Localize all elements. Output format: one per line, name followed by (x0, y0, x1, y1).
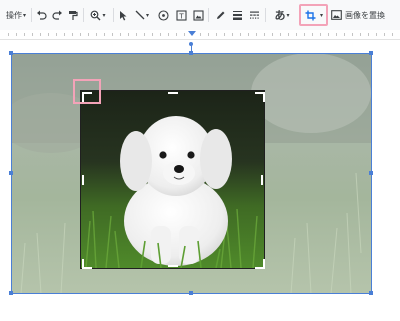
crop-handle-top[interactable] (168, 92, 178, 94)
ruler-indent-marker (188, 31, 196, 36)
toolbar-divider (113, 8, 114, 22)
shape-button[interactable]: T (175, 5, 187, 25)
replace-image-icon (331, 10, 342, 20)
svg-text:T: T (178, 12, 184, 20)
crop-handle-top-right[interactable] (255, 92, 265, 102)
zoom-icon (91, 10, 101, 20)
line-icon (135, 10, 145, 20)
toolbar-divider (31, 8, 32, 22)
cropped-image[interactable] (80, 90, 265, 269)
crop-handle-left[interactable] (82, 175, 84, 185)
crop-corner-highlight (73, 79, 101, 104)
redo-icon (51, 10, 62, 20)
chevron-down-icon: ▾ (145, 11, 149, 19)
crop-handle-bottom-left[interactable] (82, 259, 92, 269)
resize-handle-top-left[interactable] (9, 51, 13, 55)
resize-handle-top[interactable] (189, 51, 193, 55)
image-icon (192, 9, 204, 21)
operation-menu[interactable]: 操作 ▾ (4, 5, 28, 25)
resize-handle-bottom-left[interactable] (9, 291, 13, 295)
select-button[interactable] (117, 5, 129, 25)
resize-handle-right[interactable] (369, 171, 373, 175)
toolbar-divider (265, 8, 266, 22)
line-dash-icon (249, 11, 259, 19)
textbox-icon (157, 9, 169, 21)
resize-handle-left[interactable] (9, 171, 13, 175)
ruler-ticks (8, 31, 393, 36)
crop-button-highlight (299, 4, 328, 26)
puppy-photo (81, 91, 264, 268)
shape-icon: T (175, 9, 187, 21)
line-dash-button[interactable] (248, 5, 260, 25)
undo-icon (36, 10, 47, 20)
resize-handle-bottom-right[interactable] (369, 291, 373, 295)
text-style-button[interactable]: あ ▾ (270, 5, 294, 25)
crop-handle-bottom-right[interactable] (255, 259, 265, 269)
paint-format-icon (69, 10, 78, 20)
redo-button[interactable] (51, 5, 63, 25)
replace-image-button[interactable]: 画像を置換 (331, 5, 397, 25)
textbox-button[interactable] (157, 5, 169, 25)
toolbar-divider (208, 8, 209, 22)
replace-image-label: 画像を置換 (345, 10, 385, 20)
text-style-icon: あ (274, 9, 286, 22)
toolbar: 操作 ▾ ▾ ▾ T あ ▾ ▾ 画像を置換 (0, 0, 400, 31)
pen-button[interactable] (214, 5, 226, 25)
chevron-down-icon: ▾ (102, 11, 106, 19)
crop-handle-bottom[interactable] (168, 265, 178, 267)
horizontal-ruler (0, 30, 400, 40)
chevron-down-icon: ▾ (286, 11, 290, 19)
line-weight-button[interactable] (231, 5, 243, 25)
zoom-button[interactable]: ▾ (87, 5, 109, 25)
pen-icon (216, 11, 224, 19)
line-weight-icon (232, 11, 242, 20)
select-icon (119, 10, 126, 20)
paint-format-button[interactable] (67, 5, 79, 25)
image-button[interactable] (192, 5, 204, 25)
rotate-handle[interactable] (189, 42, 193, 46)
line-button[interactable]: ▾ (132, 5, 152, 25)
undo-button[interactable] (35, 5, 47, 25)
chevron-down-icon: ▾ (22, 11, 26, 19)
operation-label: 操作 (5, 10, 22, 20)
toolbar-divider (83, 8, 84, 22)
resize-handle-top-right[interactable] (369, 51, 373, 55)
resize-handle-bottom[interactable] (189, 291, 193, 295)
slide-canvas (0, 40, 400, 321)
crop-handle-right[interactable] (261, 175, 263, 185)
